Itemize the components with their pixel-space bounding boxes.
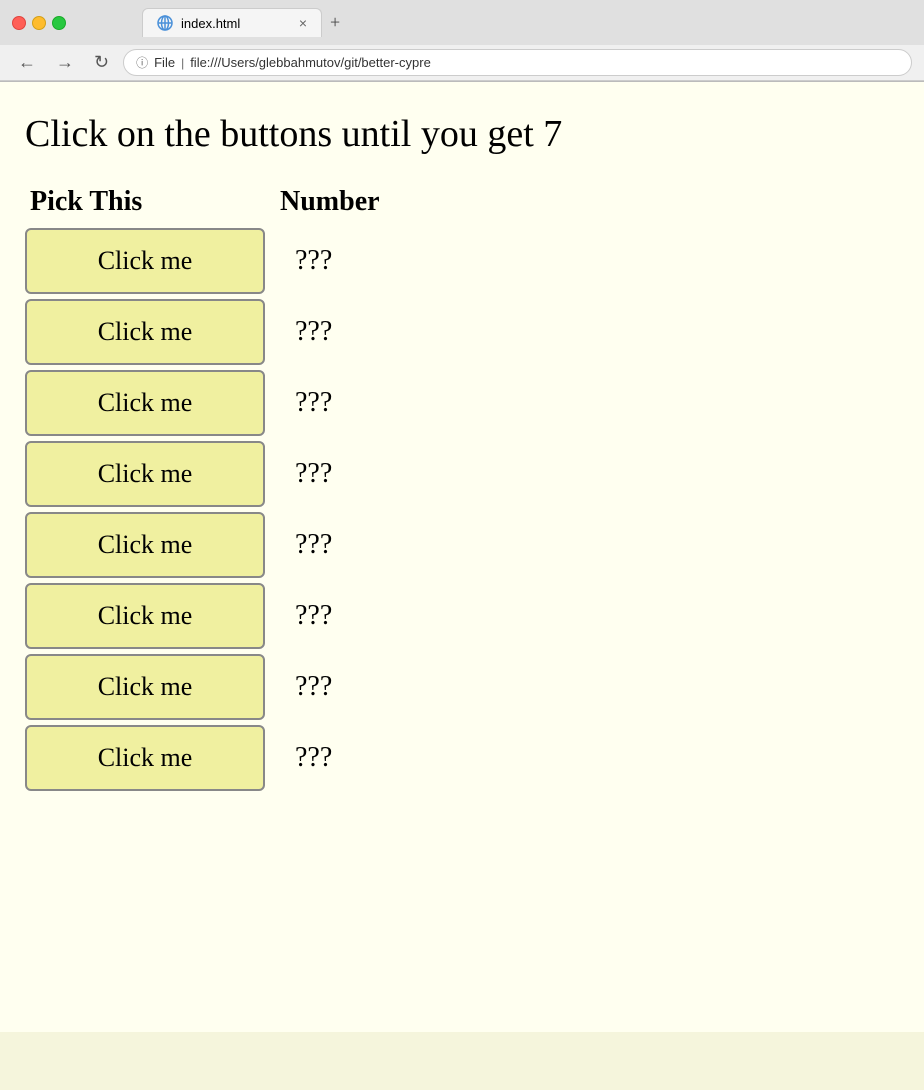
info-icon: ⓘ: [136, 54, 148, 71]
number-display: ???: [275, 671, 899, 703]
file-label: File: [154, 55, 175, 70]
tab-bar: index.html × +: [82, 8, 400, 37]
number-display: ???: [275, 742, 899, 774]
page-title: Click on the buttons until you get 7: [25, 112, 899, 156]
click-me-button[interactable]: Click me: [25, 725, 265, 791]
minimize-traffic-light[interactable]: [32, 16, 46, 30]
address-url: file:///Users/glebbahmutov/git/better-cy…: [190, 55, 431, 70]
separator: |: [181, 56, 184, 70]
close-traffic-light[interactable]: [12, 16, 26, 30]
click-me-button[interactable]: Click me: [25, 512, 265, 578]
reload-button[interactable]: ↻: [88, 50, 115, 75]
number-display: ???: [275, 316, 899, 348]
back-button[interactable]: ←: [12, 50, 42, 75]
table-row: Click me???: [25, 370, 899, 436]
browser-tab[interactable]: index.html ×: [142, 8, 322, 37]
button-rows: Click me???Click me???Click me???Click m…: [25, 228, 899, 791]
tab-title: index.html: [181, 16, 240, 31]
table-row: Click me???: [25, 725, 899, 791]
click-me-button[interactable]: Click me: [25, 441, 265, 507]
table-row: Click me???: [25, 441, 899, 507]
number-display: ???: [275, 245, 899, 277]
table-row: Click me???: [25, 583, 899, 649]
forward-button[interactable]: →: [50, 50, 80, 75]
click-me-button[interactable]: Click me: [25, 654, 265, 720]
globe-icon: [157, 15, 173, 31]
maximize-traffic-light[interactable]: [52, 16, 66, 30]
table-row: Click me???: [25, 299, 899, 365]
page-content: Click on the buttons until you get 7 Pic…: [0, 82, 924, 1032]
click-me-button[interactable]: Click me: [25, 583, 265, 649]
number-display: ???: [275, 387, 899, 419]
address-bar[interactable]: ⓘ File | file:///Users/glebbahmutov/git/…: [123, 49, 912, 76]
click-me-button[interactable]: Click me: [25, 228, 265, 294]
browser-chrome: index.html × + ← → ↻ ⓘ File | file:///Us…: [0, 0, 924, 82]
col2-header: Number: [280, 186, 899, 218]
table-row: Click me???: [25, 512, 899, 578]
table-header: Pick This Number: [25, 186, 899, 218]
title-bar: index.html × +: [0, 0, 924, 45]
table-row: Click me???: [25, 228, 899, 294]
new-tab-button[interactable]: +: [330, 12, 340, 33]
table-row: Click me???: [25, 654, 899, 720]
click-me-button[interactable]: Click me: [25, 299, 265, 365]
click-me-button[interactable]: Click me: [25, 370, 265, 436]
number-display: ???: [275, 458, 899, 490]
traffic-lights: [12, 16, 66, 30]
number-display: ???: [275, 529, 899, 561]
col1-header: Pick This: [30, 186, 280, 218]
tab-close-button[interactable]: ×: [299, 15, 307, 31]
number-display: ???: [275, 600, 899, 632]
nav-bar: ← → ↻ ⓘ File | file:///Users/glebbahmuto…: [0, 45, 924, 81]
